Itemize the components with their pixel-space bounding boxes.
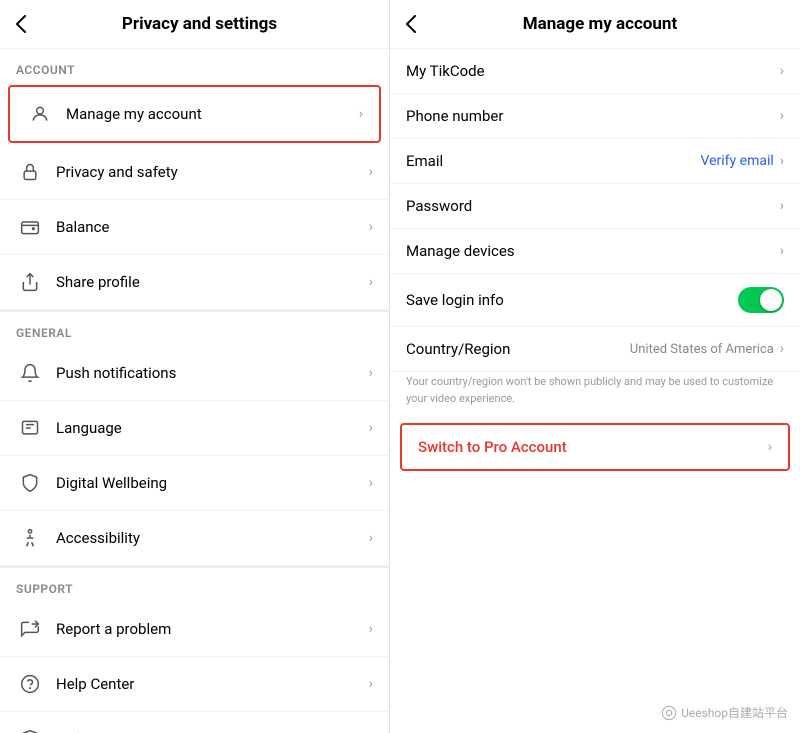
manage-account-chevron: › [359,106,363,122]
share-icon [16,268,44,296]
password-item[interactable]: Password › [390,184,800,229]
privacy-safety-chevron: › [369,164,373,180]
country-region-note: Your country/region won't be shown publi… [390,372,800,417]
safety-center-item[interactable]: Safety Center › [0,712,389,733]
watermark: Ueeshop自建站平台 [661,704,788,721]
country-region-chevron: › [780,341,784,357]
push-notifications-item[interactable]: Push notifications › [0,346,389,401]
digital-wellbeing-item[interactable]: Digital Wellbeing › [0,456,389,511]
right-back-button[interactable] [406,15,416,33]
country-region-right: United States of America › [630,341,784,357]
country-region-value: United States of America [630,342,774,357]
my-tikcode-label: My TikCode [406,62,780,80]
password-label: Password [406,197,780,215]
manage-devices-chevron: › [780,243,784,259]
save-login-label: Save login info [406,291,738,309]
switch-pro-chevron: › [768,439,772,455]
help-center-chevron: › [369,676,373,692]
shield-icon [16,725,44,733]
manage-devices-item[interactable]: Manage devices › [390,229,800,274]
account-section-label: ACCOUNT [0,49,389,83]
digital-wellbeing-chevron: › [369,475,373,491]
general-section-label: GENERAL [0,312,389,346]
switch-pro-item[interactable]: Switch to Pro Account › [400,423,790,471]
language-item[interactable]: Language › [0,401,389,456]
email-label: Email [406,152,701,170]
left-panel-title: Privacy and settings [26,14,373,34]
digital-wellbeing-label: Digital Wellbeing [56,474,369,492]
balance-chevron: › [369,219,373,235]
phone-number-label: Phone number [406,107,780,125]
share-profile-chevron: › [369,274,373,290]
share-profile-label: Share profile [56,273,369,291]
phone-number-item[interactable]: Phone number › [390,94,800,139]
email-chevron: › [780,153,784,169]
bell-icon [16,359,44,387]
person-icon [26,100,54,128]
lock-icon [16,158,44,186]
email-item[interactable]: Email Verify email › [390,139,800,184]
verify-email-link[interactable]: Verify email [701,153,774,169]
accessibility-label: Accessibility [56,529,369,547]
phone-number-chevron: › [780,108,784,124]
help-center-label: Help Center [56,675,369,693]
balance-item[interactable]: Balance › [0,200,389,255]
country-region-item[interactable]: Country/Region United States of America … [390,327,800,372]
watermark-text: Ueeshop自建站平台 [681,704,788,721]
save-login-toggle[interactable] [738,287,784,313]
email-right: Verify email › [701,153,785,169]
support-section-label: SUPPORT [0,568,389,602]
privacy-safety-item[interactable]: Privacy and safety › [0,145,389,200]
wellbeing-icon [16,469,44,497]
balance-label: Balance [56,218,369,236]
language-label: Language [56,419,369,437]
left-back-button[interactable] [16,15,26,33]
right-panel-title: Manage my account [416,14,784,34]
report-problem-label: Report a problem [56,620,369,638]
password-chevron: › [780,198,784,214]
my-tikcode-item[interactable]: My TikCode › [390,49,800,94]
share-profile-item[interactable]: Share profile › [0,255,389,310]
accessibility-icon [16,524,44,552]
my-tikcode-chevron: › [780,63,784,79]
report-problem-item[interactable]: Report a problem › [0,602,389,657]
report-icon [16,615,44,643]
accessibility-item[interactable]: Accessibility › [0,511,389,566]
help-icon [16,670,44,698]
push-notifications-chevron: › [369,365,373,381]
language-chevron: › [369,420,373,436]
switch-pro-label: Switch to Pro Account [418,438,768,456]
accessibility-chevron: › [369,530,373,546]
language-icon [16,414,44,442]
push-notifications-label: Push notifications [56,364,369,382]
manage-devices-label: Manage devices [406,242,780,260]
save-login-item[interactable]: Save login info [390,274,800,327]
report-problem-chevron: › [369,621,373,637]
country-region-label: Country/Region [406,340,630,358]
wallet-icon [16,213,44,241]
manage-account-item[interactable]: Manage my account › [8,85,381,143]
manage-account-label: Manage my account [66,105,359,123]
left-panel: Privacy and settings ACCOUNT Manage my a… [0,0,390,733]
left-header: Privacy and settings [0,0,389,49]
right-header: Manage my account [390,0,800,49]
help-center-item[interactable]: Help Center › [0,657,389,712]
right-panel: Manage my account My TikCode › Phone num… [390,0,800,733]
privacy-safety-label: Privacy and safety [56,163,369,181]
